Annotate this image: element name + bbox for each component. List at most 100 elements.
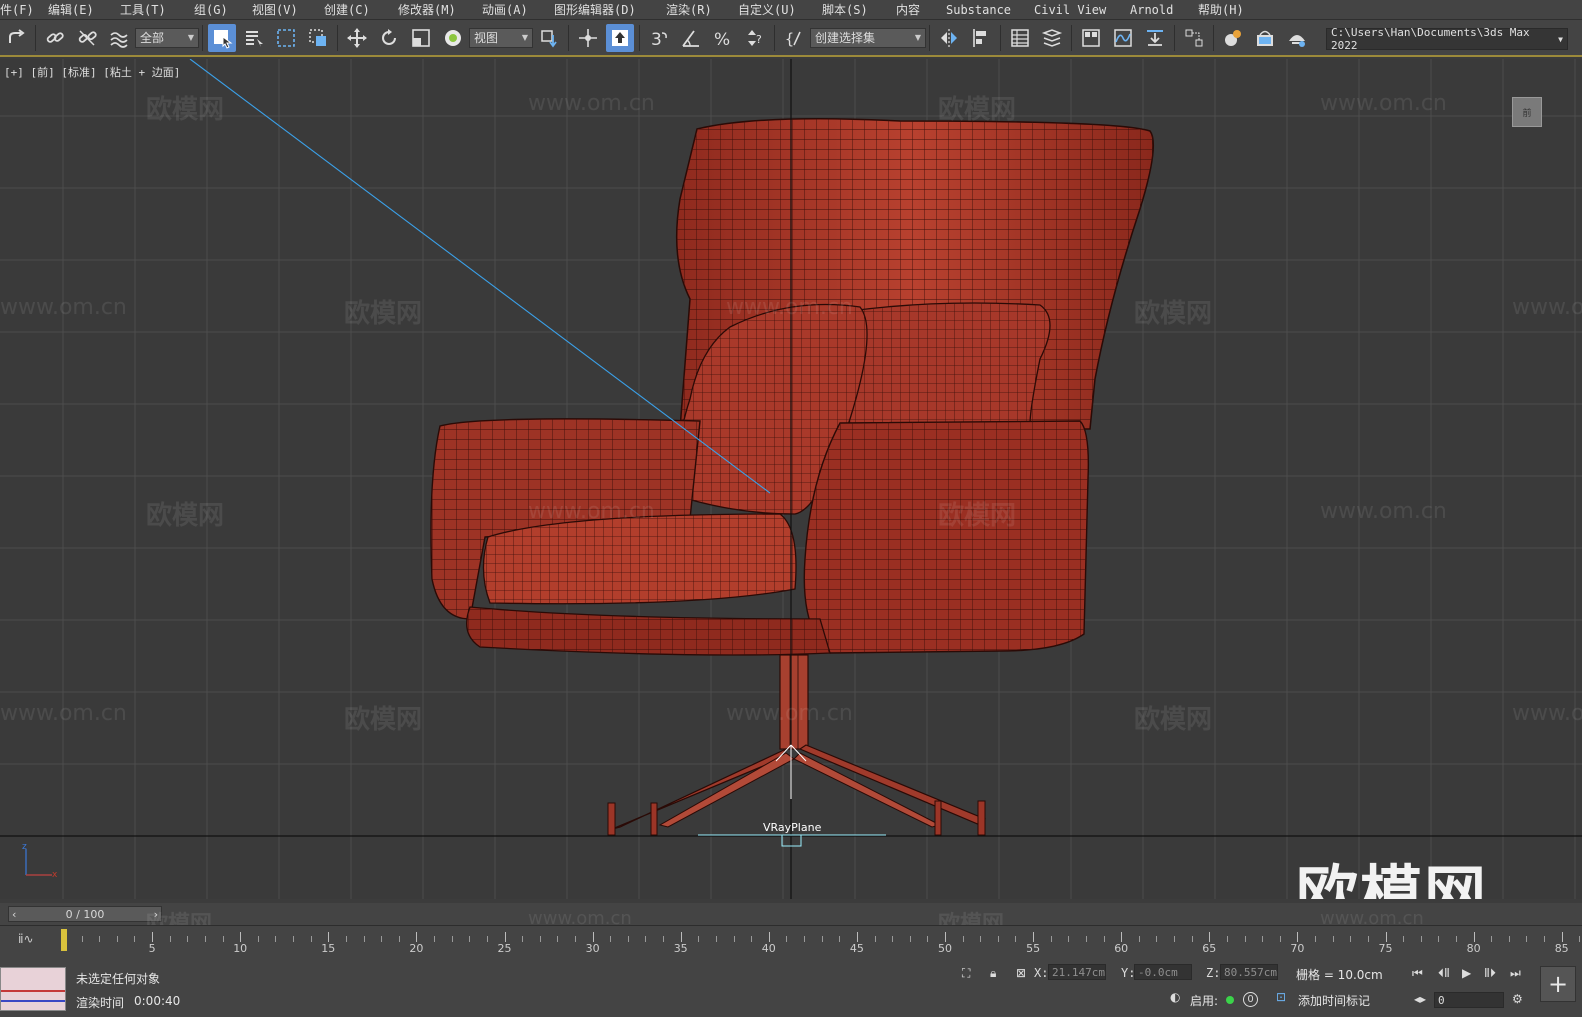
adaptive-degradation-icon[interactable]: ◐	[1170, 990, 1180, 1004]
placement-icon[interactable]	[439, 24, 467, 52]
spinner-snap-icon[interactable]: ?	[741, 24, 769, 52]
percent-snap-icon[interactable]: %	[709, 24, 737, 52]
z-coordinate-field[interactable]: 80.557cm	[1220, 964, 1278, 980]
timeline-tick	[1491, 936, 1493, 942]
time-slider[interactable]: ‹ 0 / 100 ›	[8, 906, 162, 922]
menu-help[interactable]: 帮助(H)	[1198, 1, 1258, 18]
menu-rendering[interactable]: 渲染(R)	[666, 1, 738, 18]
go-to-start-icon[interactable]: ⏮	[1412, 966, 1423, 981]
previous-frame-icon[interactable]: ⏴︎Ⅱ	[1438, 966, 1450, 981]
align-icon[interactable]	[967, 24, 995, 52]
timeline-tick	[1262, 936, 1264, 942]
scene-explorer-icon[interactable]	[1006, 24, 1034, 52]
viewport-label[interactable]: [+] [前] [标准] [粘土 + 边面]	[4, 64, 180, 80]
time-tag-icon[interactable]: ⊡	[1276, 990, 1286, 1004]
select-manipulate-icon[interactable]	[574, 24, 602, 52]
select-by-name-icon[interactable]	[240, 24, 268, 52]
unlink-icon[interactable]	[73, 24, 101, 52]
menu-file[interactable]: 件(F)	[0, 1, 48, 18]
svg-text:z: z	[22, 842, 27, 852]
project-path-dropdown[interactable]: C:\Users\Han\Documents\3ds Max 2022 ▼	[1326, 26, 1568, 52]
watermark-url: www.om.cn	[1512, 295, 1582, 320]
menu-graph-editors[interactable]: 图形编辑器(D)	[554, 1, 666, 18]
isolate-selection-icon[interactable]: ⛶	[962, 966, 970, 981]
rectangular-selection-icon[interactable]	[272, 24, 300, 52]
y-coordinate-field[interactable]: -0.0cm	[1134, 964, 1192, 980]
schematic-view-icon[interactable]	[1180, 24, 1208, 52]
dope-sheet-icon[interactable]	[1141, 24, 1169, 52]
timeline-tick	[1315, 936, 1317, 942]
menu-civil-view[interactable]: Civil View	[1034, 3, 1130, 17]
mini-curve-editor-icon[interactable]: ⅱ∿	[18, 932, 34, 946]
go-to-end-icon[interactable]: ⏭	[1510, 966, 1521, 981]
key-count-badge[interactable]: 0	[1243, 992, 1258, 1007]
maxscript-listener-thumbnail[interactable]	[0, 967, 66, 1011]
timeline-tick	[645, 936, 647, 942]
timeline-tick	[1121, 932, 1123, 942]
timeline-tick	[134, 936, 136, 942]
selection-filter-dropdown[interactable]: 全部 ▼	[135, 27, 199, 48]
scale-icon[interactable]	[407, 24, 435, 52]
menu-content[interactable]: 内容	[896, 1, 946, 18]
menu-tools[interactable]: 工具(T)	[120, 1, 194, 18]
timeline-tick	[1455, 936, 1457, 942]
chevron-left-icon[interactable]: ‹	[12, 908, 16, 921]
link-icon[interactable]	[41, 24, 69, 52]
timeline-tick	[1403, 936, 1405, 942]
timeline-tick	[1174, 936, 1176, 942]
timeline-tick	[962, 936, 964, 942]
timeline-tick-label: 75	[1378, 942, 1393, 955]
menu-group[interactable]: 组(G)	[194, 1, 252, 18]
layer-explorer-icon[interactable]	[1038, 24, 1066, 52]
menu-views[interactable]: 视图(V)	[252, 1, 324, 18]
keyboard-shortcut-override-icon[interactable]	[606, 23, 634, 52]
next-frame-icon[interactable]: Ⅱ⏵︎	[1484, 966, 1496, 981]
named-selection-dropdown[interactable]: 创建选择集 ▼	[810, 27, 926, 48]
curve-editor-icon[interactable]	[1109, 24, 1137, 52]
add-time-tag-button[interactable]: 添加时间标记	[1298, 992, 1370, 1009]
timeline-tick	[1332, 936, 1334, 942]
menu-create[interactable]: 创建(C)	[324, 1, 398, 18]
mirror-icon[interactable]	[935, 24, 963, 52]
current-frame-field[interactable]: 0	[1434, 992, 1504, 1008]
menu-edit[interactable]: 编辑(E)	[48, 1, 120, 18]
menu-modifiers[interactable]: 修改器(M)	[398, 1, 482, 18]
angle-snap-icon[interactable]	[677, 24, 705, 52]
menu-scripting[interactable]: 脚本(S)	[822, 1, 896, 18]
redo-icon[interactable]	[2, 24, 30, 52]
time-config-icon[interactable]: ⚙	[1512, 992, 1523, 1006]
rendered-frame-window-icon[interactable]	[1251, 24, 1279, 52]
timeline-tick	[1138, 936, 1140, 942]
menu-animation[interactable]: 动画(A)	[482, 1, 554, 18]
snaps-toggle-icon[interactable]: 3	[645, 24, 673, 52]
render-time-label: 渲染时间	[76, 996, 125, 1010]
menu-substance[interactable]: Substance	[946, 3, 1034, 17]
menu-arnold[interactable]: Arnold	[1130, 3, 1198, 17]
move-icon[interactable]	[343, 24, 371, 52]
timeline-tick	[610, 936, 612, 942]
track-bar[interactable]: ⅱ∿ 0510152025303540455055606570758085	[0, 925, 1582, 959]
play-icon[interactable]: ▶	[1462, 966, 1471, 980]
menu-customize[interactable]: 自定义(U)	[738, 1, 822, 18]
key-mode-icon[interactable]: ◂▸	[1414, 992, 1426, 1006]
ribbon-toggle-icon[interactable]	[1077, 24, 1105, 52]
time-cursor[interactable]	[61, 929, 67, 951]
viewcube[interactable]: 前	[1512, 97, 1542, 127]
render-production-icon[interactable]	[1283, 24, 1311, 52]
rotate-icon[interactable]	[375, 24, 403, 52]
render-setup-icon[interactable]	[1219, 24, 1247, 52]
edit-named-selection-icon[interactable]: {	[780, 24, 808, 52]
absolute-mode-icon[interactable]: ⊠	[1016, 966, 1026, 980]
front-viewport[interactable]: z x [+] [前] [标准] [粘土 + 边面] 前 欧模网 www.om.…	[0, 59, 1582, 899]
timeline-tick-label: 20	[409, 942, 424, 955]
reference-coordinate-dropdown[interactable]: 视图 ▼	[469, 27, 533, 48]
x-coordinate-field[interactable]: 21.147cm	[1048, 964, 1106, 980]
bind-space-warp-icon[interactable]	[105, 24, 133, 52]
select-object-icon[interactable]	[208, 23, 236, 52]
lock-selection-icon[interactable]: 🔒︎	[990, 966, 996, 981]
logo-watermark: 欧模网	[1296, 858, 1489, 899]
timeline-tick	[504, 932, 506, 942]
pivot-center-icon[interactable]	[535, 24, 563, 52]
window-crossing-icon[interactable]	[304, 24, 332, 52]
viewport-navigation-plus-icon[interactable]: +	[1540, 966, 1576, 1002]
